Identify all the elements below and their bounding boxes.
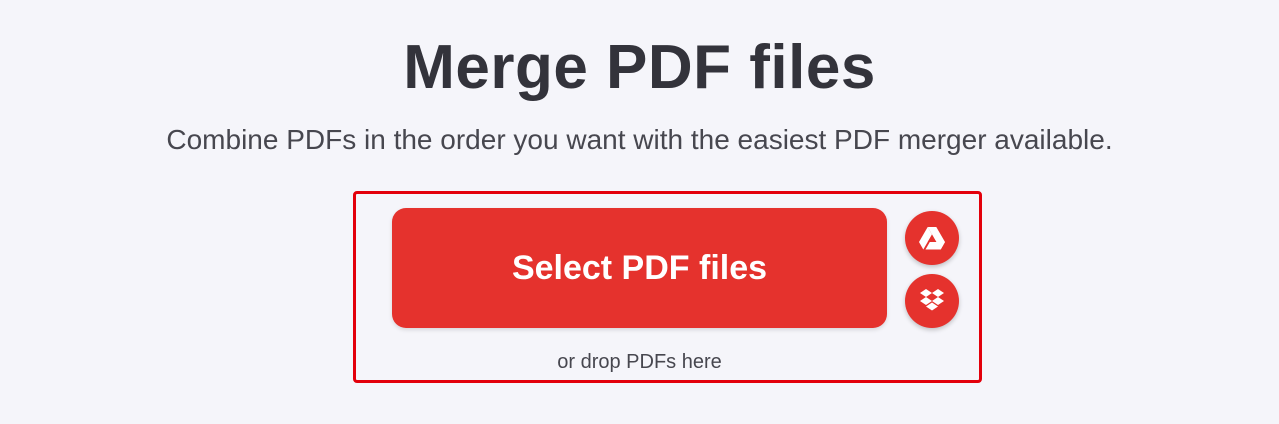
- select-pdf-files-button[interactable]: Select PDF files: [392, 208, 887, 328]
- drop-hint-text: or drop PDFs here: [557, 351, 722, 373]
- google-drive-button[interactable]: [905, 211, 959, 265]
- google-drive-icon: [919, 226, 945, 250]
- page-subtitle: Combine PDFs in the order you want with …: [166, 124, 1113, 155]
- dropbox-button[interactable]: [905, 274, 959, 328]
- dropbox-icon: [919, 289, 945, 313]
- page-title: Merge PDF files: [403, 33, 876, 102]
